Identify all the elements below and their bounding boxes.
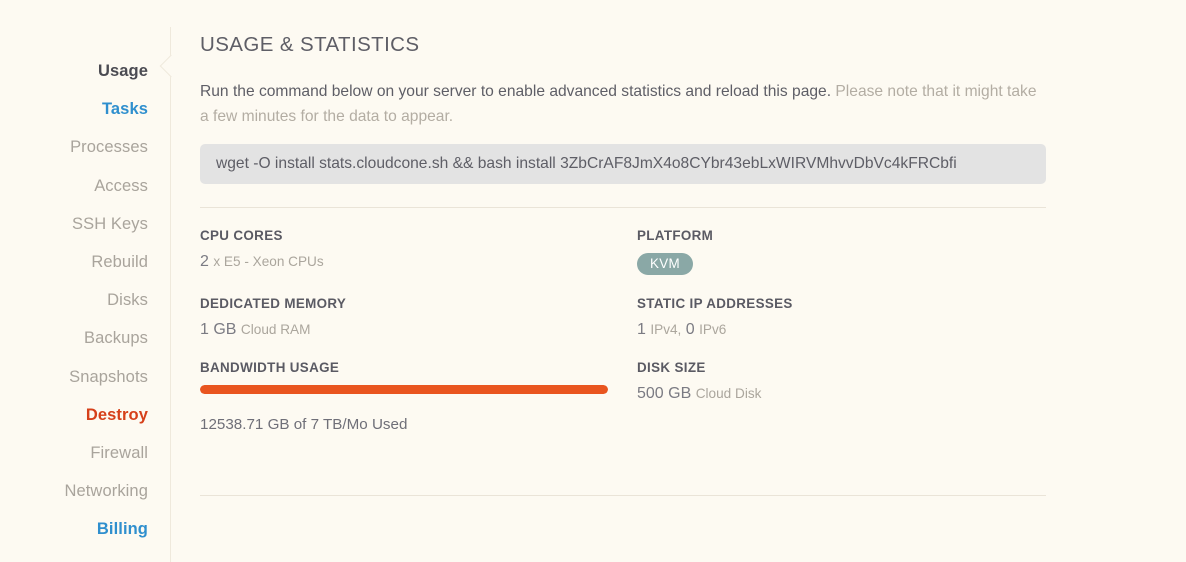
stat-label-bandwidth: BANDWIDTH USAGE (200, 360, 340, 375)
stats-row-1: CPU CORES 2 x E5 - Xeon CPUs PLATFORM KV… (200, 228, 1046, 275)
memory-unit: Cloud RAM (240, 322, 311, 337)
stat-value-platform: KVM (637, 253, 1074, 275)
sidebar-item-usage[interactable]: Usage (0, 52, 170, 90)
memory-amount: 1 GB (200, 321, 237, 338)
intro-primary-text: Run the command below on your server to … (200, 83, 832, 100)
stat-bandwidth-usage: BANDWIDTH USAGE 12538.71 GB of 7 TB/Mo U… (200, 360, 637, 433)
section-divider-bottom (200, 495, 1046, 496)
sidebar-nav: Usage Tasks Processes Access SSH Keys Re… (0, 0, 171, 562)
stat-platform: PLATFORM KVM (637, 228, 1074, 275)
stat-label-static-ip: STATIC IP ADDRESSES (637, 296, 793, 311)
stat-label-dedicated-memory: DEDICATED MEMORY (200, 296, 347, 311)
bandwidth-progress-fill (200, 385, 608, 394)
sidebar-item-destroy[interactable]: Destroy (0, 396, 170, 434)
sidebar-item-snapshots[interactable]: Snapshots (0, 358, 170, 396)
ipv4-label: IPv4, (650, 322, 682, 337)
sidebar-item-processes[interactable]: Processes (0, 128, 170, 166)
sidebar-item-tasks[interactable]: Tasks (0, 90, 170, 128)
stat-dedicated-memory: DEDICATED MEMORY 1 GB Cloud RAM (200, 296, 637, 339)
intro-text: Run the command below on your server to … (200, 79, 1046, 129)
sidebar-item-firewall[interactable]: Firewall (0, 434, 170, 472)
stat-value-static-ip: 1 IPv4, 0 IPv6 (637, 321, 1074, 339)
ipv4-count: 1 (637, 321, 646, 338)
stats-row-2: DEDICATED MEMORY 1 GB Cloud RAM STATIC I… (200, 296, 1046, 339)
ipv6-label: IPv6 (699, 322, 727, 337)
bandwidth-caption: 12538.71 GB of 7 TB/Mo Used (200, 416, 408, 433)
ipv6-count: 0 (685, 321, 695, 338)
stats-grid: CPU CORES 2 x E5 - Xeon CPUs PLATFORM KV… (200, 208, 1046, 433)
stat-static-ip-addresses: STATIC IP ADDRESSES 1 IPv4, 0 IPv6 (637, 296, 1074, 339)
disk-size-amount: 500 GB (637, 385, 692, 402)
install-command-field[interactable]: wget -O install stats.cloudcone.sh && ba… (200, 144, 1046, 184)
page-root: Usage Tasks Processes Access SSH Keys Re… (0, 0, 1186, 562)
main-content: USAGE & STATISTICS Run the command below… (170, 0, 1186, 562)
sidebar-item-networking[interactable]: Networking (0, 472, 170, 510)
cpu-cores-count: 2 (200, 253, 209, 270)
stat-disk-size: DISK SIZE 500 GB Cloud Disk (637, 360, 1074, 433)
sidebar-item-backups[interactable]: Backups (0, 319, 170, 357)
stat-label-cpu-cores: CPU CORES (200, 228, 283, 243)
sidebar-item-access[interactable]: Access (0, 167, 170, 205)
sidebar-item-ssh-keys[interactable]: SSH Keys (0, 205, 170, 243)
stat-cpu-cores: CPU CORES 2 x E5 - Xeon CPUs (200, 228, 637, 275)
sidebar-item-rebuild[interactable]: Rebuild (0, 243, 170, 281)
stat-value-dedicated-memory: 1 GB Cloud RAM (200, 321, 637, 339)
sidebar-item-billing[interactable]: Billing (0, 510, 170, 548)
stats-row-3: BANDWIDTH USAGE 12538.71 GB of 7 TB/Mo U… (200, 360, 1046, 433)
stat-label-disk-size: DISK SIZE (637, 360, 706, 375)
platform-badge: KVM (637, 253, 693, 275)
sidebar-item-disks[interactable]: Disks (0, 281, 170, 319)
cpu-cores-unit: x E5 - Xeon CPUs (213, 254, 324, 269)
stat-value-cpu-cores: 2 x E5 - Xeon CPUs (200, 253, 637, 271)
page-title: USAGE & STATISTICS (200, 33, 420, 56)
stat-value-disk-size: 500 GB Cloud Disk (637, 385, 1074, 403)
stat-label-platform: PLATFORM (637, 228, 714, 243)
disk-size-unit: Cloud Disk (695, 386, 762, 401)
bandwidth-progress-bar (200, 385, 608, 394)
